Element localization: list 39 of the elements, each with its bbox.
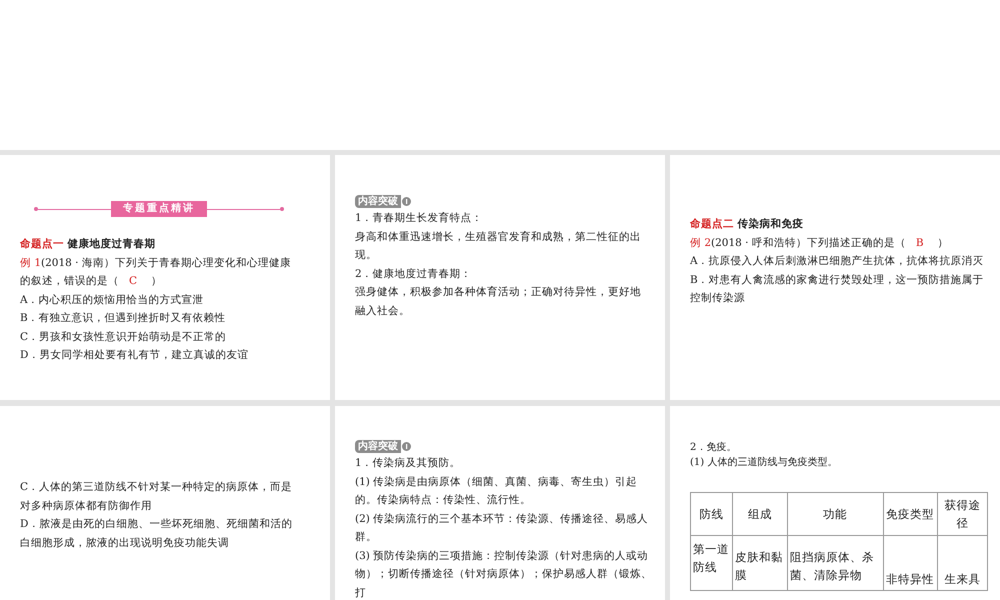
- question-text: 例 1(2018 · 海南）下列关于青春期心理变化和心理健康的叙述，错误的是（ C ）: [20, 256, 291, 287]
- paragraph-text: 2．免疫。: [690, 440, 738, 455]
- option-text: B．有独立意识，但遇到挫折时又有依赖性: [20, 311, 227, 326]
- section-badge: 内容突破: [355, 440, 401, 453]
- column-header: 组成: [732, 492, 788, 536]
- option-text: A．抗原侵入人体后刺激淋巴细胞产生抗体，抗体将抗原消灭: [690, 254, 985, 269]
- column-header: 获得途径: [937, 492, 988, 536]
- option-text: B．对患有人禽流感的家禽进行焚毁处理，这一预防措施属于控制传染源: [690, 272, 985, 306]
- number-circle-icon: [402, 442, 411, 451]
- question-text: 例 2(2018 · 呼和浩特）下列描述正确的是（ B ）: [690, 236, 949, 248]
- paragraph-text: 2．健康地度过青春期：: [355, 266, 473, 282]
- heading-label: 命题点二: [690, 218, 734, 230]
- paragraph-text: 身高和体重迅速增长，生殖器官发育和成熟，第二性征的出现。: [355, 230, 642, 263]
- option-text: A．内心积压的烦恼用恰当的方式宣泄: [20, 292, 205, 308]
- option-text: C．人体的第三道防线不针对某一种特定的病原体，而是对多种病原体都有防御作用: [20, 480, 294, 514]
- paragraph-text: 1．青春期生长发育特点：: [355, 211, 484, 226]
- table-cell: 阻挡病原体、杀菌、清除异物: [787, 536, 883, 590]
- paragraph-text: 强身健体，积极参加各种体育活动；正确对待异性，更好地融入社会。: [355, 285, 642, 318]
- paragraph-text: (1) 人体的三道防线与免疫类型。: [690, 456, 838, 470]
- section-badge: 内容突破: [355, 195, 401, 208]
- table-cell: 生来具: [937, 536, 988, 590]
- table-cell: 皮肤和黏膜: [732, 536, 788, 590]
- heading-label: 命题点一: [20, 238, 64, 250]
- table-cell: 非特异性: [883, 536, 938, 590]
- option-text: C．男孩和女孩性意识开始萌动是不正常的: [20, 330, 228, 344]
- option-text: D．脓液是由死的白细胞、一些坏死细胞、死细菌和活的白细胞形成，脓液的出现说明免疫功能失调: [20, 517, 294, 550]
- heading-text: 健康地度过青春期: [68, 238, 156, 250]
- column-header: 功能: [787, 492, 883, 536]
- paragraph-text: (1) 传染病是由病原体（细菌、真菌、病毒、寄生虫）引起的。传染病特点：传染性、流行性。: [355, 474, 638, 508]
- heading-text: 传染病和免疫: [738, 218, 804, 230]
- column-header: 免疫类型: [883, 492, 938, 536]
- paragraph-text: (2) 传染病流行的三个基本环节：传染源、传播途径、易感人群。: [355, 512, 650, 545]
- paragraph-text: (3) 预防传染病的三项措施：控制传染源（针对患病的人或动物）；切断传播途径（针对病原体）；保护易感人群（锻炼、打: [355, 548, 653, 600]
- column-header: 防线: [690, 492, 732, 536]
- number-circle-icon: [402, 197, 411, 206]
- banner-label: 专题重点精讲: [111, 201, 207, 217]
- paragraph-text: 1．传染病及其预防。: [355, 456, 462, 471]
- table-cell: 第一道防线: [690, 536, 732, 590]
- option-text: D．男女同学相处要有礼有节，建立真诚的友谊: [20, 348, 250, 363]
